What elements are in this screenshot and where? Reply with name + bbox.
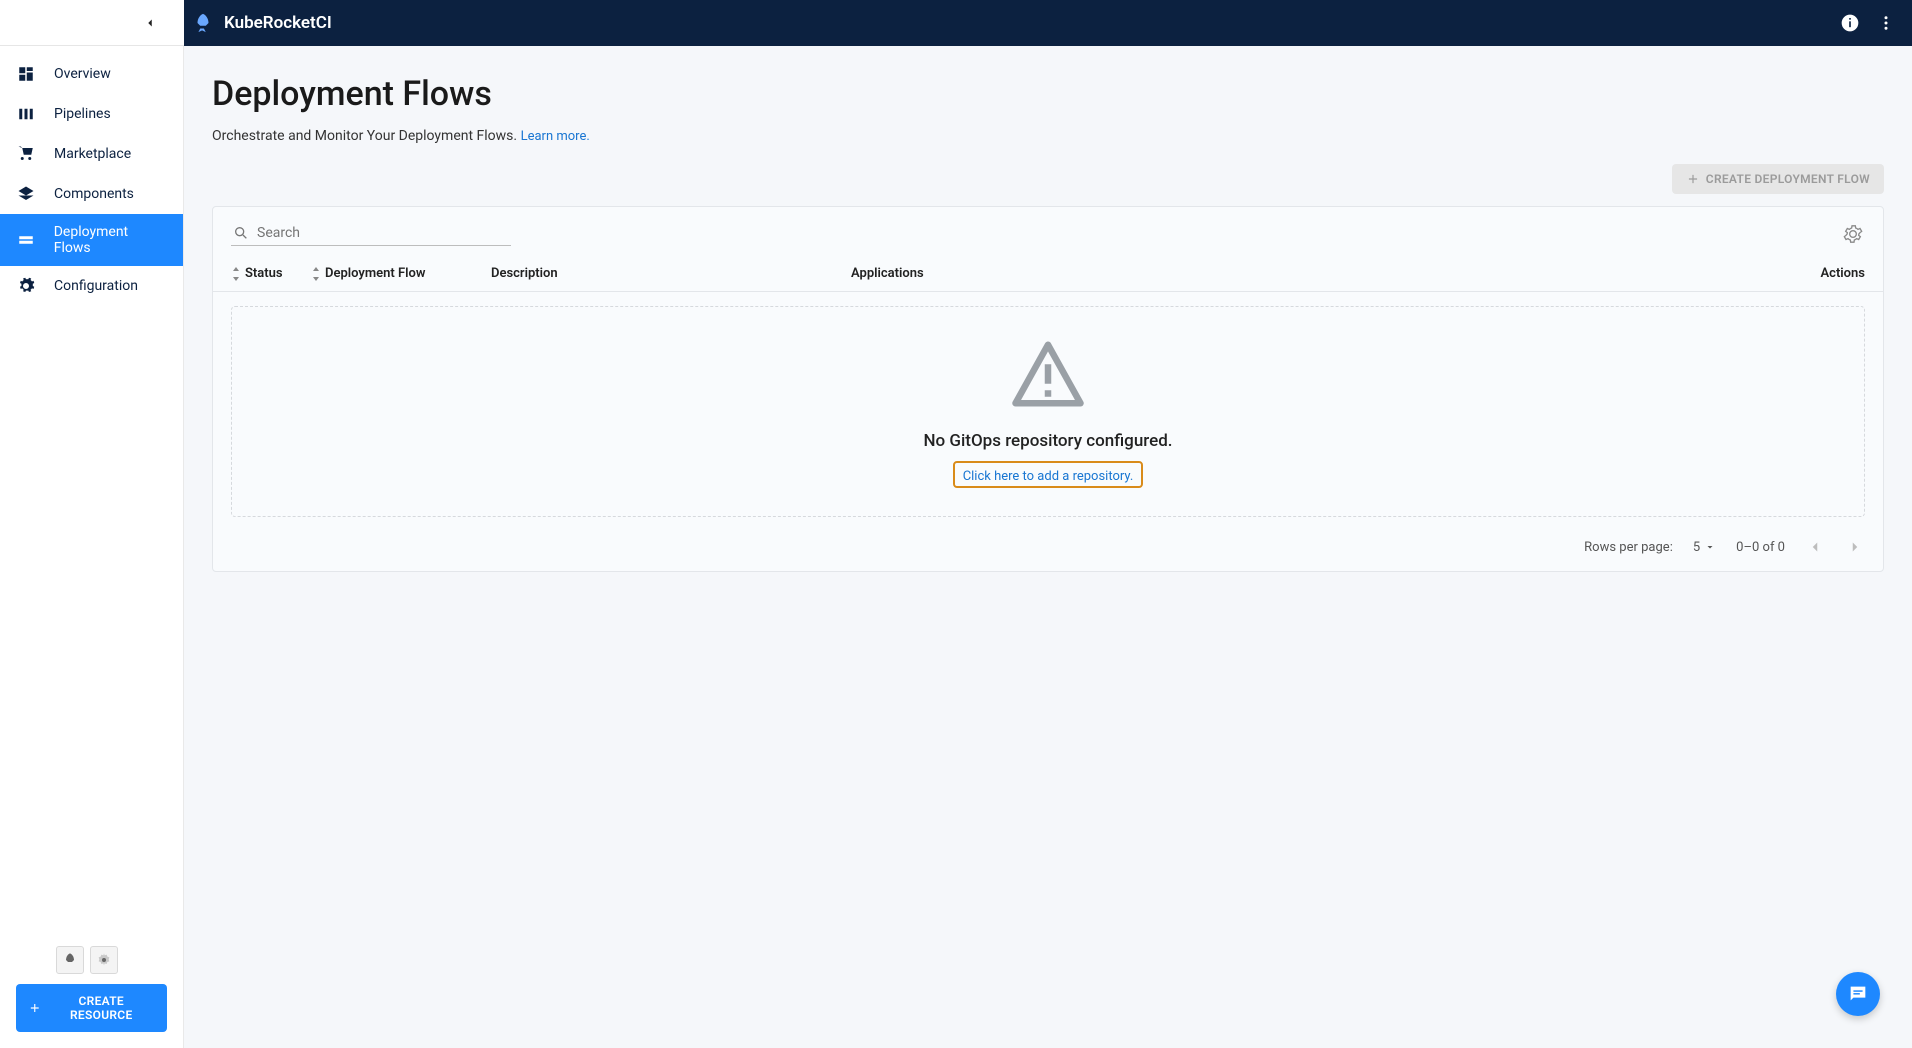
table-settings-button[interactable] xyxy=(1841,222,1865,246)
rows-per-page-value: 5 xyxy=(1693,540,1700,555)
col-header-applications: Applications xyxy=(851,266,1785,281)
sidebar-item-components[interactable]: Components xyxy=(0,174,183,214)
page-title: Deployment Flows xyxy=(212,74,1884,114)
col-apps-label: Applications xyxy=(851,266,924,281)
warning-icon xyxy=(1009,335,1087,413)
rows-per-page-select[interactable]: 5 xyxy=(1693,540,1716,555)
create-resource-button[interactable]: CREATE RESOURCE xyxy=(16,984,167,1032)
plus-icon xyxy=(1686,172,1700,186)
sidebar-item-label: Deployment Flows xyxy=(54,224,167,256)
col-status-label: Status xyxy=(245,266,283,281)
sidebar-collapse-area xyxy=(0,0,184,46)
sidebar-nav: Overview Pipelines Marketplace Component… xyxy=(0,46,183,934)
sort-icon xyxy=(231,267,241,281)
rocket-icon xyxy=(192,12,214,34)
create-deployment-flow-button: CREATE DEPLOYMENT FLOW xyxy=(1672,164,1884,194)
flows-icon xyxy=(16,230,36,250)
col-flow-label: Deployment Flow xyxy=(325,266,426,281)
chevron-left-icon xyxy=(1806,538,1824,556)
sidebar-item-label: Marketplace xyxy=(54,146,131,162)
col-desc-label: Description xyxy=(491,266,558,281)
col-header-description: Description xyxy=(491,266,851,281)
pagination-range: 0–0 of 0 xyxy=(1736,540,1785,555)
sidebar-item-label: Components xyxy=(54,186,134,202)
topbar: KubeRocketCI xyxy=(0,0,1912,46)
more-vert-icon xyxy=(1877,14,1895,32)
pipeline-icon xyxy=(16,104,36,124)
sidebar: Overview Pipelines Marketplace Component… xyxy=(0,46,184,1048)
brand: KubeRocketCI xyxy=(192,12,332,34)
col-header-status[interactable]: Status xyxy=(231,266,311,281)
rows-per-page-label: Rows per page: xyxy=(1584,540,1673,555)
gear-icon xyxy=(16,276,36,296)
brand-title: KubeRocketCI xyxy=(224,13,332,33)
create-resource-label: CREATE RESOURCE xyxy=(48,994,155,1022)
chevron-left-icon xyxy=(143,16,157,30)
add-repository-link[interactable]: Click here to add a repository. xyxy=(963,469,1134,484)
layers-icon xyxy=(16,184,36,204)
sidebar-item-overview[interactable]: Overview xyxy=(0,54,183,94)
col-header-actions: Actions xyxy=(1785,266,1865,281)
col-actions-label: Actions xyxy=(1820,266,1865,281)
caret-down-icon xyxy=(1704,541,1716,553)
main: Deployment Flows Orchestrate and Monitor… xyxy=(184,46,1912,1048)
flows-card: Status Deployment Flow Description Appli… xyxy=(212,206,1884,572)
rocket-small-icon xyxy=(62,952,78,968)
pagination: Rows per page: 5 0–0 of 0 xyxy=(213,527,1883,571)
gear-small-icon xyxy=(96,952,112,968)
search-field[interactable] xyxy=(231,221,511,246)
chat-fab[interactable] xyxy=(1836,972,1880,1016)
tool-settings-button[interactable] xyxy=(90,946,118,974)
sidebar-item-label: Configuration xyxy=(54,278,138,294)
chevron-right-icon xyxy=(1846,538,1864,556)
sidebar-item-pipelines[interactable]: Pipelines xyxy=(0,94,183,134)
sidebar-bottom: CREATE RESOURCE xyxy=(0,934,183,1048)
sidebar-item-configuration[interactable]: Configuration xyxy=(0,266,183,306)
search-input[interactable] xyxy=(257,225,509,241)
tool-rocket-button[interactable] xyxy=(56,946,84,974)
page-next-button[interactable] xyxy=(1845,537,1865,557)
table-header: Status Deployment Flow Description Appli… xyxy=(213,252,1883,292)
empty-title: No GitOps repository configured. xyxy=(923,431,1172,451)
gear-icon xyxy=(1843,224,1863,244)
info-button[interactable] xyxy=(1840,13,1860,33)
sidebar-collapse-button[interactable] xyxy=(140,13,160,33)
sort-icon xyxy=(311,267,321,281)
search-icon xyxy=(233,225,249,241)
empty-link-highlight: Click here to add a repository. xyxy=(953,461,1144,488)
page-subtitle: Orchestrate and Monitor Your Deployment … xyxy=(212,128,1884,144)
empty-state: No GitOps repository configured. Click h… xyxy=(231,306,1865,517)
page-prev-button[interactable] xyxy=(1805,537,1825,557)
create-flow-label: CREATE DEPLOYMENT FLOW xyxy=(1706,172,1870,186)
cart-icon xyxy=(16,144,36,164)
chat-icon xyxy=(1847,983,1869,1005)
learn-more-link[interactable]: Learn more. xyxy=(521,129,590,144)
page-subtitle-text: Orchestrate and Monitor Your Deployment … xyxy=(212,128,517,144)
sidebar-item-label: Overview xyxy=(54,66,111,82)
sidebar-item-marketplace[interactable]: Marketplace xyxy=(0,134,183,174)
more-button[interactable] xyxy=(1876,13,1896,33)
dashboard-icon xyxy=(16,64,36,84)
plus-icon xyxy=(28,1001,42,1015)
sidebar-item-deployment-flows[interactable]: Deployment Flows xyxy=(0,214,183,266)
col-header-flow[interactable]: Deployment Flow xyxy=(311,266,491,281)
info-icon xyxy=(1840,13,1860,33)
sidebar-item-label: Pipelines xyxy=(54,106,111,122)
